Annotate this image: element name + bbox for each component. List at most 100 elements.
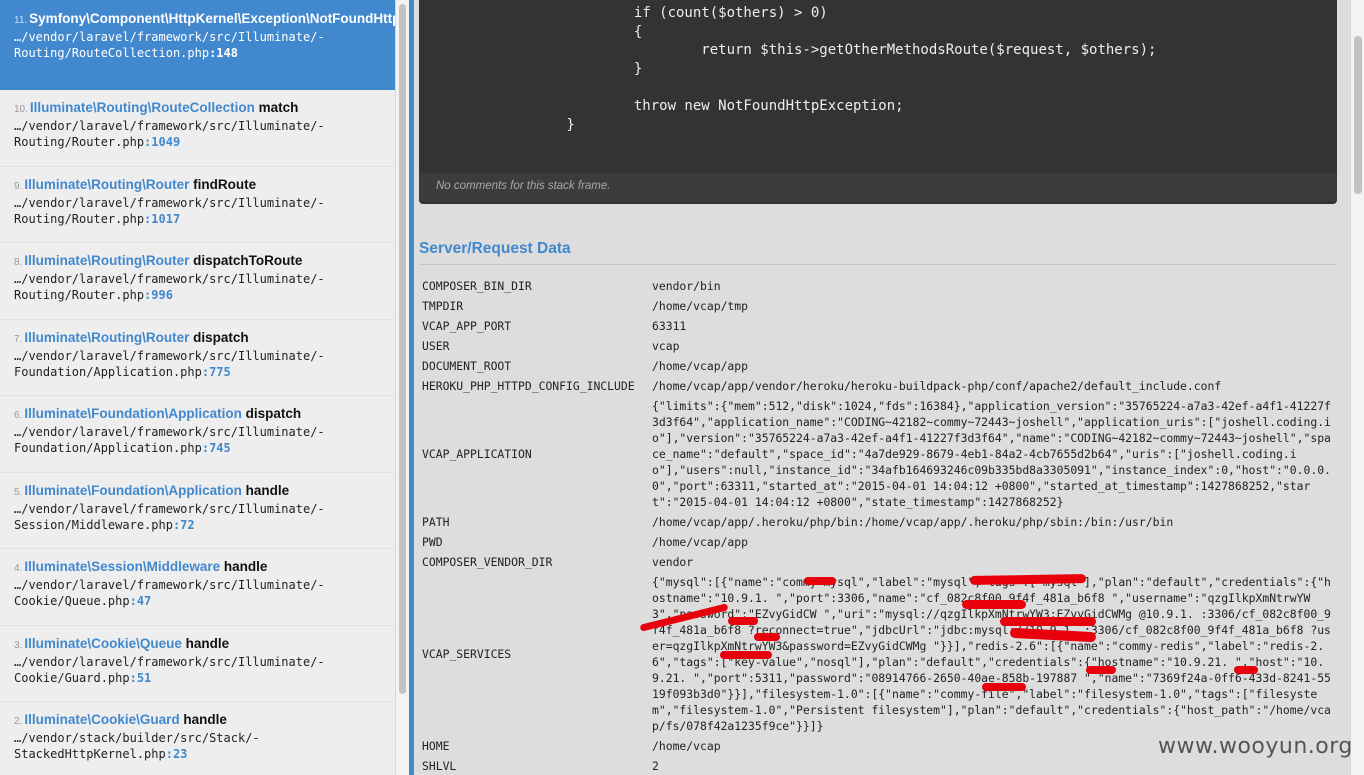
frame-file: …/vendor/laravel/framework/src/Illuminat… xyxy=(14,29,381,61)
server-data-key: VCAP_SERVICES xyxy=(422,647,512,661)
stack-frame[interactable]: 7. Illuminate\Routing\Router dispatch …/ve… xyxy=(0,320,395,396)
frame-function: findRoute xyxy=(193,176,257,192)
code-line: } xyxy=(499,116,575,133)
table-row: HEROKU_PHP_HTTPD_CONFIG_INCLUDE/home/vca… xyxy=(422,376,1332,396)
server-data-value: /home/vcap/app/vendor/heroku/heroku-buil… xyxy=(652,379,1222,393)
frame-index: 3. xyxy=(14,639,23,651)
code-line: } xyxy=(499,60,643,77)
server-data-key: PWD xyxy=(422,535,443,549)
frame-line-number: :996 xyxy=(144,288,173,302)
frame-header: 7. Illuminate\Routing\Router dispatch xyxy=(14,330,381,348)
frame-class: Symfony\Component\HttpKernel\Exception\N… xyxy=(29,11,395,26)
stack-frame[interactable]: 9. Illuminate\Routing\Router findRoute …/v… xyxy=(0,167,395,243)
stack-frame[interactable]: 10. Illuminate\Routing\RouteCollection ma… xyxy=(0,90,395,167)
server-data-key: COMPOSER_BIN_DIR xyxy=(422,279,532,293)
frame-file: …/vendor/laravel/framework/src/Illuminat… xyxy=(14,654,381,686)
table-row: COMPOSER_VENDOR_DIR vendor xyxy=(422,552,1332,572)
frame-function: dispatch xyxy=(193,329,249,345)
server-data-value: {"limits":{"mem":512,"disk":1024,"fds":1… xyxy=(652,399,1331,509)
frame-line-number: :1017 xyxy=(144,211,181,226)
redaction-mark xyxy=(728,617,758,625)
table-row: TMPDIR/home/vcap/tmp xyxy=(422,296,1332,316)
server-data-value: vendor xyxy=(652,555,694,569)
frame-file-path: …/vendor/laravel/framework/src/Illuminat… xyxy=(14,501,325,532)
watermark-text: www.wooyun.org xyxy=(1158,734,1353,759)
frame-index: 4. xyxy=(14,563,23,574)
redaction-mark xyxy=(1234,666,1258,674)
frame-details-panel: if (count($others) > 0) { return $this->… xyxy=(409,0,1350,775)
frame-line-number: :148 xyxy=(209,46,238,60)
page-scrollbar-thumb[interactable] xyxy=(1354,36,1362,194)
frame-file-path: …/vendor/laravel/framework/src/Illuminat… xyxy=(14,425,325,455)
frame-function: handle xyxy=(185,635,230,651)
frame-header: 6. Illuminate\Foundation\Application disp… xyxy=(14,406,381,424)
frame-index: 5. xyxy=(14,486,23,498)
table-row: DOCUMENT_ROOT/home/vcap/app xyxy=(422,356,1332,376)
server-data-key: TMPDIR xyxy=(422,299,464,313)
table-row: VCAP_SERVICES {"mysql":[{"name":"commy-my… xyxy=(422,572,1332,736)
redaction-mark xyxy=(804,577,836,585)
frame-index: 10. xyxy=(14,104,28,115)
redaction-mark xyxy=(962,600,1026,609)
frame-header: 10. Illuminate\Routing\RouteCollection ma… xyxy=(14,100,381,118)
redaction-mark xyxy=(720,651,772,659)
frame-function: dispatch xyxy=(245,406,302,421)
server-data-key: VCAP_APP_PORT xyxy=(422,319,512,333)
server-data-key: HEROKU_PHP_HTTPD_CONFIG_INCLUDE xyxy=(422,379,635,393)
frame-index: 8. xyxy=(14,257,23,268)
frame-file: …/vendor/stack/builder/src/Stack/- Stack… xyxy=(14,730,381,762)
frame-file: …/vendor/laravel/framework/src/Illuminat… xyxy=(14,118,381,150)
frame-function: match xyxy=(258,100,299,115)
frame-file-path: …/vendor/laravel/framework/src/Illuminat… xyxy=(14,654,325,685)
frame-file-path: …/vendor/laravel/framework/src/Illuminat… xyxy=(14,578,325,608)
redaction-mark xyxy=(1000,617,1096,626)
frame-class: Illuminate\Cookie\Queue xyxy=(24,635,182,651)
server-data-table: COMPOSER_BIN_DIR vendor/bin TMPDIR/home/vc… xyxy=(422,276,1332,775)
frame-header: 5. Illuminate\Foundation\Application hand… xyxy=(14,483,381,501)
redaction-mark xyxy=(754,633,780,641)
frame-index: 6. xyxy=(14,410,23,421)
server-data-key: USER xyxy=(422,339,450,353)
code-line: { xyxy=(499,23,643,40)
server-data-key: COMPOSER_VENDOR_DIR xyxy=(422,555,553,569)
frames-scrollbar-thumb[interactable] xyxy=(399,4,406,694)
stack-frame[interactable]: 11. Symfony\Component\HttpKernel\Exceptio… xyxy=(0,0,395,90)
server-data-value: /home/vcap/app/.heroku/php/bin:/home/vca… xyxy=(652,515,1174,529)
server-data-key: PATH xyxy=(422,515,450,529)
frames-scrollbar[interactable] xyxy=(395,0,409,775)
frame-function: handle xyxy=(245,482,290,498)
stack-frame[interactable]: 2. Illuminate\Cookie\Guard handle …/vendor… xyxy=(0,702,395,775)
section-title: Server/Request Data xyxy=(419,240,571,257)
frame-line-number: :23 xyxy=(165,747,188,761)
page-scrollbar[interactable] xyxy=(1350,0,1364,775)
redaction-mark xyxy=(982,683,1026,691)
frame-class: Illuminate\Routing\Router xyxy=(24,176,190,192)
frame-file: …/vendor/laravel/framework/src/Illuminat… xyxy=(14,424,381,456)
frame-header: 3. Illuminate\Cookie\Queue handle xyxy=(14,636,381,654)
stack-frame[interactable]: 6. Illuminate\Foundation\Application disp… xyxy=(0,396,395,473)
code-viewer: if (count($others) > 0) { return $this->… xyxy=(419,0,1337,204)
server-data-key: DOCUMENT_ROOT xyxy=(422,359,512,373)
stack-frame[interactable]: 8. Illuminate\Routing\Router dispatchToRo… xyxy=(0,243,395,320)
frame-file: …/vendor/laravel/framework/src/Illuminat… xyxy=(14,501,381,533)
frame-file: …/vendor/laravel/framework/src/Illuminat… xyxy=(14,577,381,609)
server-data-value: /home/vcap/app xyxy=(652,535,749,549)
frame-comments: No comments for this stack frame. xyxy=(419,173,1337,201)
server-data-key: VCAP_APPLICATION xyxy=(422,447,532,461)
stack-frame[interactable]: 5. Illuminate\Foundation\Application hand… xyxy=(0,473,395,549)
frame-class: Illuminate\Session\Middleware xyxy=(24,559,221,574)
server-data-key: HOME xyxy=(422,739,450,753)
frame-file: …/vendor/laravel/framework/src/Illuminat… xyxy=(14,195,381,227)
table-row: VCAP_APP_PORT 63311 xyxy=(422,316,1332,336)
frame-line-number: :775 xyxy=(201,364,231,379)
table-row: PATH/home/vcap/app/.heroku/php/bin:/home… xyxy=(422,512,1332,532)
frame-index: 7. xyxy=(14,333,23,345)
stack-frame[interactable]: 4. Illuminate\Session\Middleware handle …/… xyxy=(0,549,395,626)
frame-class: Illuminate\Foundation\Application xyxy=(24,406,242,421)
stack-frame[interactable]: 3. Illuminate\Cookie\Queue handle …/vendor… xyxy=(0,626,395,702)
table-row: USER vcap xyxy=(422,336,1332,356)
frame-line-number: :51 xyxy=(129,670,152,685)
frame-line-number: :1049 xyxy=(144,135,181,149)
code-line: if (count($others) > 0) xyxy=(499,5,828,21)
